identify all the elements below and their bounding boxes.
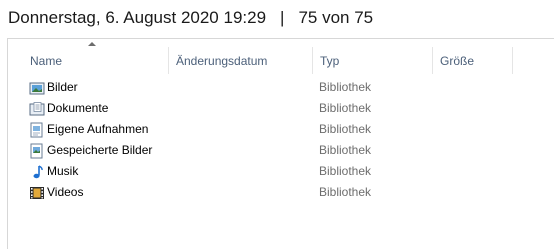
column-header-date-label: Änderungsdatum	[176, 53, 268, 68]
list-item[interactable]: Eigene Aufnahmen Bibliothek	[0, 119, 554, 140]
list-item[interactable]: Musik Bibliothek	[0, 161, 554, 182]
item-type: Bibliothek	[319, 164, 372, 178]
item-type: Bibliothek	[319, 101, 372, 115]
item-type: Bibliothek	[319, 80, 372, 94]
item-count-label: 75 von 75	[298, 8, 374, 27]
list-item[interactable]: Videos Bibliothek	[0, 182, 554, 203]
item-name: Dokumente	[47, 101, 109, 115]
column-header-name-label: Name	[30, 53, 63, 68]
item-name: Eigene Aufnahmen	[47, 122, 149, 136]
column-header-type-label: Typ	[320, 53, 340, 68]
item-name: Musik	[47, 164, 79, 178]
datetime-label: Donnerstag, 6. August 2020 19:29	[8, 8, 267, 27]
column-header-size-label: Größe	[440, 53, 475, 68]
list-item[interactable]: Bilder Bibliothek	[0, 77, 554, 98]
documents-library-icon	[29, 102, 45, 116]
header-separator: |	[280, 8, 285, 27]
item-name: Videos	[47, 185, 84, 199]
item-name: Gespeicherte Bilder	[47, 143, 153, 157]
videos-library-icon	[30, 187, 44, 199]
item-type: Bibliothek	[319, 185, 372, 199]
column-header-name[interactable]: Name	[20, 47, 168, 74]
camera-roll-library-icon	[30, 122, 43, 138]
column-header-row: Name Änderungsdatum Typ Größe	[0, 47, 554, 74]
item-type: Bibliothek	[319, 122, 372, 136]
item-name: Bilder	[47, 80, 78, 94]
item-type: Bibliothek	[319, 143, 372, 157]
list-item[interactable]: Gespeicherte Bilder Bibliothek	[0, 140, 554, 161]
pictures-library-icon	[29, 82, 45, 95]
column-header-size[interactable]: Größe	[432, 47, 513, 74]
column-header-type[interactable]: Typ	[312, 47, 432, 74]
saved-pictures-library-icon	[30, 143, 43, 159]
column-header-date[interactable]: Änderungsdatum	[168, 47, 312, 74]
music-library-icon	[33, 165, 43, 179]
sort-ascending-icon	[88, 42, 96, 46]
status-header: Donnerstag, 6. August 2020 19:29 | 75 vo…	[0, 0, 554, 36]
list-item[interactable]: Dokumente Bibliothek	[0, 98, 554, 119]
